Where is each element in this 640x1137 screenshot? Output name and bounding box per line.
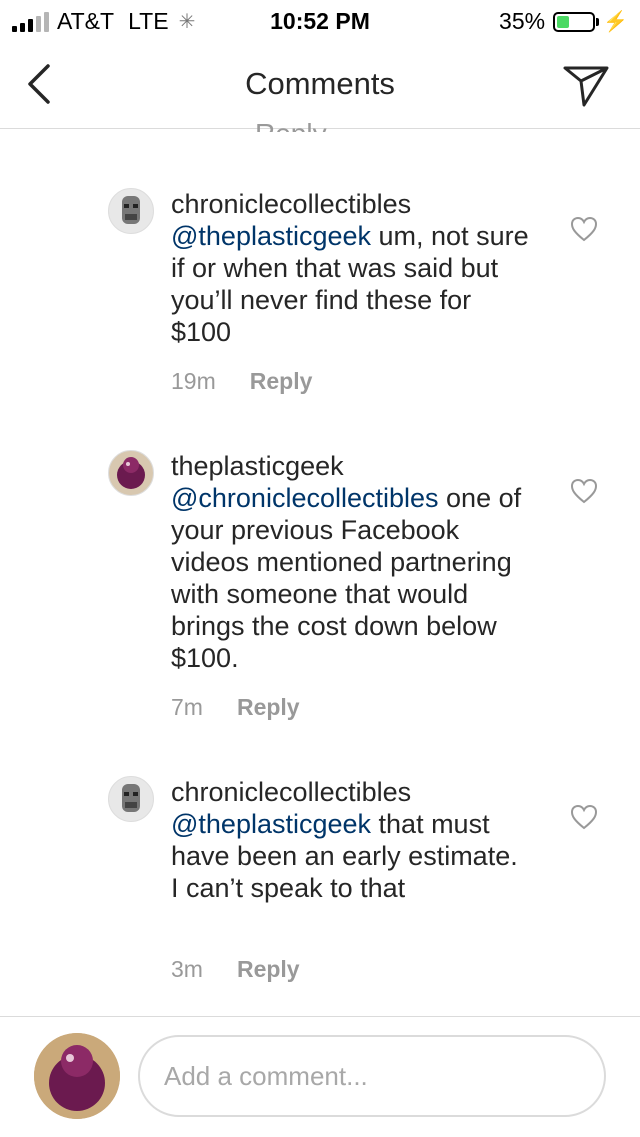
comment-mention[interactable]: @chroniclecollectibles (171, 483, 439, 513)
comment-text: chroniclecollectibles @theplasticgeek um… (171, 188, 531, 348)
charging-bolt-icon: ⚡ (603, 11, 628, 33)
comment-timestamp: 19m (171, 368, 216, 394)
comment-input[interactable] (138, 1035, 606, 1117)
page-title: Comments (245, 66, 395, 101)
comment-username[interactable]: chroniclecollectibles (171, 777, 411, 807)
send-direct-icon[interactable] (562, 64, 610, 108)
battery-tip (596, 17, 600, 26)
avatar[interactable] (108, 188, 154, 234)
status-bar: AT&T LTE ✳ 10:52 PM 35% ⚡ (0, 0, 640, 40)
comment-text: chroniclecollectibles @theplasticgeek th… (171, 776, 531, 904)
comment-username[interactable]: theplasticgeek (171, 451, 344, 481)
like-heart-icon[interactable] (570, 804, 598, 830)
comment-text: theplasticgeek @chroniclecollectibles on… (171, 450, 531, 674)
comment-mention[interactable]: @theplasticgeek (171, 809, 371, 839)
comment-composer (0, 1016, 640, 1137)
avatar[interactable] (108, 776, 154, 822)
reply-button[interactable]: Reply (237, 694, 300, 721)
like-heart-icon[interactable] (570, 216, 598, 242)
avatar[interactable] (108, 450, 154, 496)
like-heart-icon[interactable] (570, 478, 598, 504)
comment-mention[interactable]: @theplasticgeek (171, 221, 371, 251)
reply-button[interactable]: Reply (250, 368, 313, 395)
reply-button[interactable]: Reply (237, 956, 300, 983)
my-avatar (34, 1033, 120, 1119)
battery-icon (553, 11, 596, 32)
comment-username[interactable]: chroniclecollectibles (171, 189, 411, 219)
comment-meta: 19m Reply (171, 368, 312, 395)
comment-meta: 3m Reply (171, 956, 300, 983)
comment-meta: 7m Reply (171, 694, 300, 721)
nav-bar: Comments (0, 40, 640, 129)
battery-percent: 35% (499, 8, 546, 34)
comment-timestamp: 3m (171, 956, 203, 982)
partial-reply-label: Reply (255, 118, 327, 132)
comment-timestamp: 7m (171, 694, 203, 720)
status-right: 35% ⚡ (499, 8, 628, 35)
